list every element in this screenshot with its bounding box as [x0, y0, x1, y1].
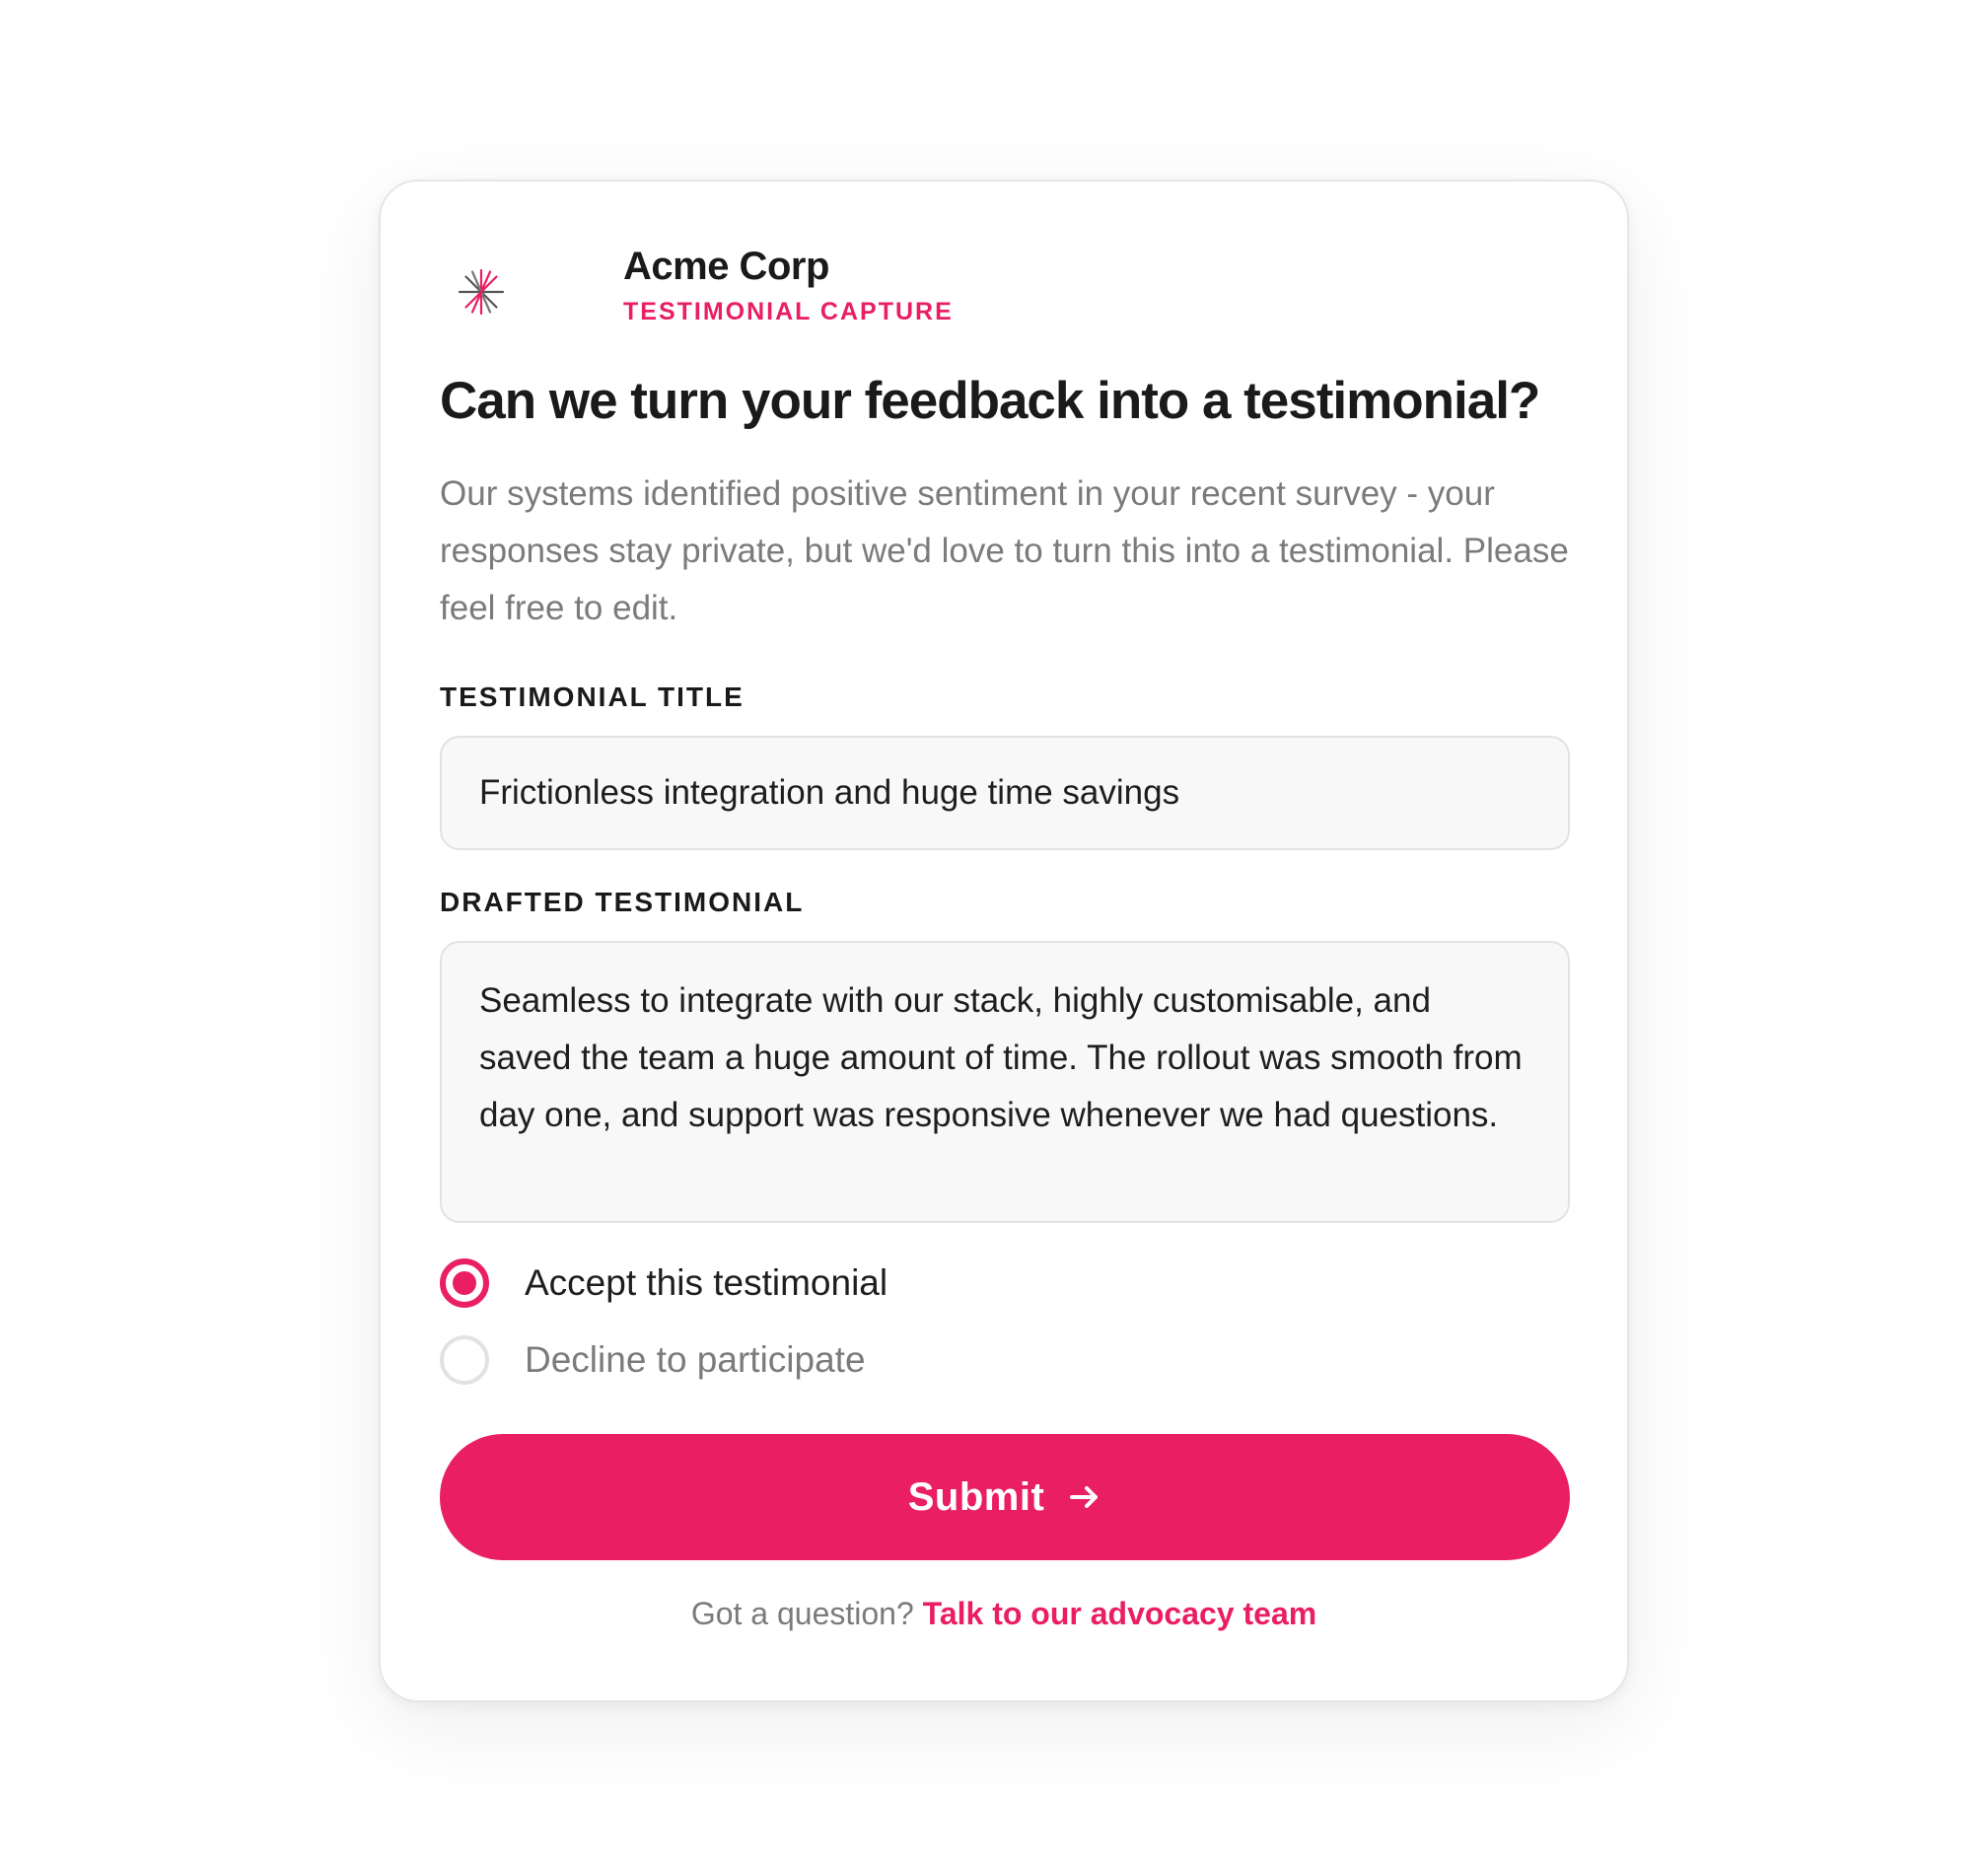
testimonial-title-input[interactable]: Frictionless integration and huge time s…: [440, 736, 1570, 850]
brand-tagline: TESTIMONIAL CAPTURE: [623, 298, 954, 325]
arrow-right-icon: [1070, 1486, 1099, 1508]
accept-radio[interactable]: [440, 1258, 489, 1308]
submit-button[interactable]: Submit: [440, 1434, 1570, 1560]
intro-text: Our systems identified positive sentimen…: [440, 474, 1569, 627]
testimonial-body-textarea[interactable]: Seamless to integrate with our stack, hi…: [440, 941, 1570, 1223]
submit-button-label[interactable]: Submit: [908, 1475, 1045, 1520]
decline-radio[interactable]: [440, 1335, 489, 1385]
brand-name: Acme Corp: [623, 245, 829, 288]
help-footer: Got a question? Talk to our advocacy tea…: [381, 1596, 1627, 1632]
decline-option-label[interactable]: Decline to participate: [525, 1339, 866, 1381]
testimonial-card: Acme Corp TESTIMONIAL CAPTURE Can we tur…: [379, 179, 1629, 1702]
page-title: Can we turn your feedback into a testimo…: [440, 372, 1540, 430]
body-field-label: DRAFTED TESTIMONIAL: [440, 887, 805, 917]
help-prompt: Got a question?: [690, 1596, 914, 1631]
sparkle-icon: [458, 268, 505, 316]
decline-option[interactable]: Decline to participate: [440, 1332, 866, 1388]
advocacy-team-link[interactable]: Talk to our advocacy team: [923, 1596, 1317, 1631]
accept-option[interactable]: Accept this testimonial: [440, 1255, 888, 1311]
title-field-label: TESTIMONIAL TITLE: [440, 681, 745, 712]
accept-option-label[interactable]: Accept this testimonial: [525, 1262, 888, 1304]
